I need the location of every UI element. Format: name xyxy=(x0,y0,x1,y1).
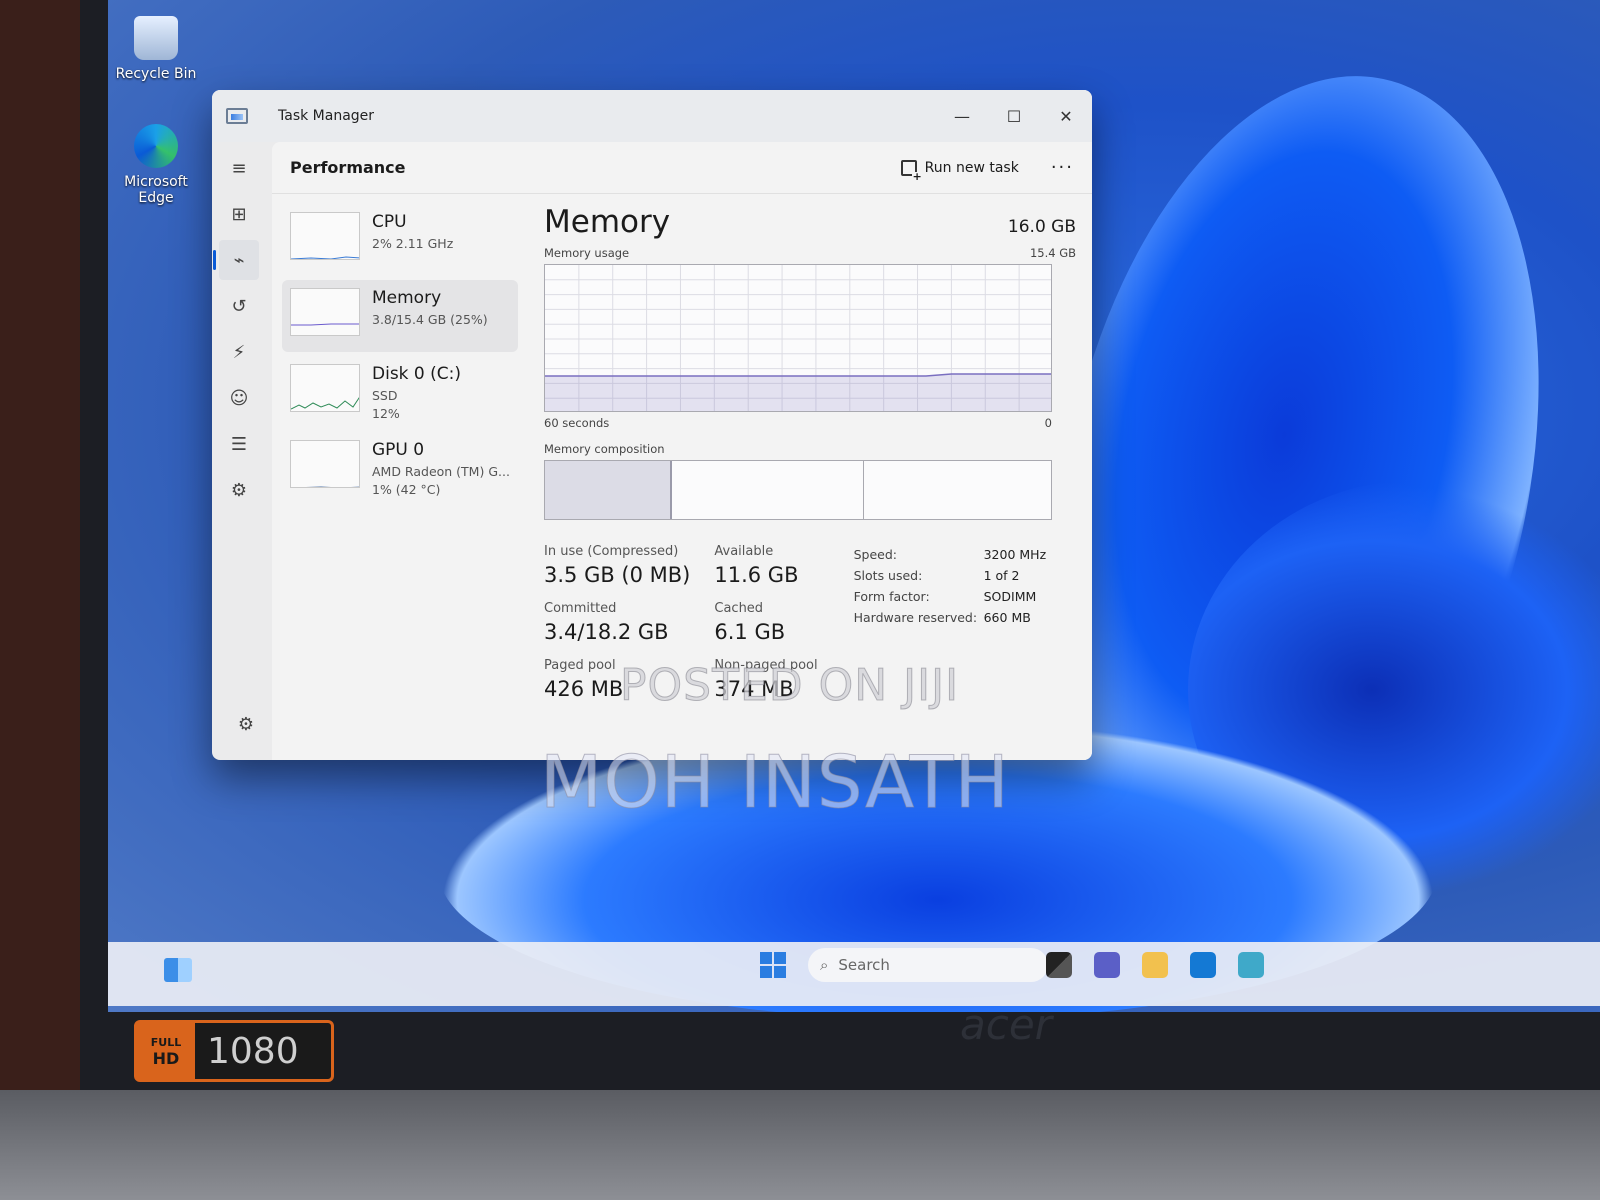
spec-value: 3200 MHz xyxy=(983,547,1047,562)
watermark-owner: MOH INSATH xyxy=(540,740,1010,825)
memory-usage-graph xyxy=(544,264,1052,412)
hamburger-menu-icon[interactable]: ≡ xyxy=(219,148,259,188)
resource-item-memory[interactable]: Memory 3.8/15.4 GB (25%) xyxy=(282,280,518,352)
spec-value: SODIMM xyxy=(983,589,1037,604)
cached-label: Cached xyxy=(714,601,764,616)
resource-list: CPU 2% 2.11 GHz Memory 3.8/15.4 GB (25%) xyxy=(282,204,518,508)
composition-free xyxy=(864,461,1051,519)
search-placeholder: Search xyxy=(838,956,890,974)
memory-total: 16.0 GB xyxy=(1007,217,1076,237)
desktop-icon-label: Microsoft Edge xyxy=(124,174,188,206)
spec-row: Form factor: SODIMM xyxy=(854,586,1047,607)
maximize-button[interactable]: ☐ xyxy=(988,90,1040,142)
watermark-posted-on: POSTED ON JIJI xyxy=(619,660,960,712)
details-icon[interactable]: ☰ xyxy=(219,424,259,464)
disk-thumbnail-graph xyxy=(290,364,360,412)
memory-thumbnail-graph xyxy=(290,288,360,336)
spec-key: Form factor: xyxy=(853,589,930,604)
graph-time-label: 60 seconds xyxy=(544,416,610,430)
memory-composition-label: Memory composition xyxy=(544,442,665,456)
in-use-label: In use (Compressed) xyxy=(544,544,679,559)
resource-item-disk[interactable]: Disk 0 (C:) SSD 12% xyxy=(282,356,518,428)
panel-header: Performance Run new task ··· xyxy=(272,142,1092,194)
task-manager-taskbar-icon[interactable] xyxy=(1238,952,1264,978)
startup-apps-icon[interactable]: ⚡ xyxy=(219,332,259,372)
resource-detail: AMD Radeon (TM) G... xyxy=(372,464,510,479)
memory-usage-area xyxy=(545,374,1051,411)
cpu-thumbnail-graph xyxy=(290,212,360,260)
resource-detail: 12% xyxy=(372,406,400,421)
in-use-value: 3.5 GB (0 MB) xyxy=(544,563,691,587)
full-hd-sticker: FULL HD 1080 xyxy=(134,1020,334,1082)
composition-standby xyxy=(672,461,864,519)
laptop-brand-logo: acer xyxy=(960,1000,1052,1049)
graph-min-label: 0 xyxy=(1044,416,1052,430)
badge-hd: HD xyxy=(152,1049,180,1068)
spec-row: Hardware reserved: 660 MB xyxy=(854,607,1047,628)
file-explorer-icon[interactable] xyxy=(1142,952,1168,978)
resource-detail: 3.8/15.4 GB (25%) xyxy=(372,312,488,327)
memory-detail: Memory 16.0 GB Memory usage 15.4 GB 60 s… xyxy=(544,204,1076,715)
detail-title: Memory xyxy=(544,204,671,240)
resource-detail: SSD xyxy=(372,388,398,403)
spec-key: Hardware reserved: xyxy=(853,610,978,625)
widgets-icon[interactable] xyxy=(164,958,192,982)
resource-name: CPU xyxy=(372,212,407,232)
title-bar[interactable]: Task Manager — ☐ ✕ xyxy=(212,90,1092,142)
task-manager-icon xyxy=(226,108,248,124)
spec-value: 1 of 2 xyxy=(983,568,1020,583)
page-title: Performance xyxy=(290,158,406,177)
composition-in-use xyxy=(545,461,672,519)
resource-name: GPU 0 xyxy=(372,440,425,460)
edge-icon xyxy=(134,124,178,168)
close-button[interactable]: ✕ xyxy=(1040,90,1092,142)
nav-sidebar: ≡ ⊞ ⌁ ↺ ⚡ ☺ ☰ ⚙ ⚙ xyxy=(212,142,266,760)
run-new-task-button[interactable]: Run new task xyxy=(891,154,1029,182)
taskbar: ⌕ Search xyxy=(108,942,1600,1006)
task-view-icon[interactable] xyxy=(1046,952,1072,978)
window-title: Task Manager xyxy=(278,108,375,124)
memory-composition-bar xyxy=(544,460,1052,520)
resource-item-gpu[interactable]: GPU 0 AMD Radeon (TM) G... 1% (42 °C) xyxy=(282,432,518,504)
resource-name: Memory xyxy=(372,288,442,308)
desktop-icon-recycle-bin[interactable]: Recycle Bin xyxy=(108,16,204,82)
search-icon: ⌕ xyxy=(820,956,829,974)
gpu-thumbnail-graph xyxy=(290,440,360,488)
desktop-icon-edge[interactable]: Microsoft Edge xyxy=(108,124,204,206)
laptop-body xyxy=(0,1090,1600,1200)
taskbar-search[interactable]: ⌕ Search xyxy=(808,948,1048,982)
memory-usage-label: Memory usage xyxy=(544,246,630,260)
available-value: 11.6 GB xyxy=(714,563,799,587)
performance-icon[interactable]: ⌁ xyxy=(213,240,259,280)
settings-gear-icon[interactable]: ⚙ xyxy=(226,704,266,744)
resource-name: Disk 0 (C:) xyxy=(372,364,462,384)
teams-chat-icon[interactable] xyxy=(1094,952,1120,978)
users-icon[interactable]: ☺ xyxy=(219,378,259,418)
available-label: Available xyxy=(714,544,774,559)
spec-row: Speed: 3200 MHz xyxy=(854,544,1047,565)
more-options-button[interactable]: ··· xyxy=(1051,157,1074,178)
spec-key: Speed: xyxy=(853,547,898,562)
cached-value: 6.1 GB xyxy=(714,620,786,644)
committed-label: Committed xyxy=(544,601,617,616)
run-new-task-label: Run new task xyxy=(924,159,1019,176)
spec-row: Slots used: 1 of 2 xyxy=(854,565,1047,586)
processes-icon[interactable]: ⊞ xyxy=(219,194,259,234)
resource-detail: 2% 2.11 GHz xyxy=(372,236,454,251)
resource-detail: 1% (42 °C) xyxy=(372,482,441,497)
spec-key: Slots used: xyxy=(853,568,923,583)
store-icon[interactable] xyxy=(1190,952,1216,978)
start-button-icon[interactable] xyxy=(760,952,786,978)
minimize-button[interactable]: — xyxy=(936,90,988,142)
app-history-icon[interactable]: ↺ xyxy=(219,286,259,326)
committed-value: 3.4/18.2 GB xyxy=(544,620,669,644)
desktop-icon-label: Recycle Bin xyxy=(115,66,197,82)
resource-item-cpu[interactable]: CPU 2% 2.11 GHz xyxy=(282,204,518,276)
memory-usage-max: 15.4 GB xyxy=(1029,246,1076,260)
badge-resolution: 1080 xyxy=(207,1030,299,1072)
recycle-bin-icon xyxy=(134,16,178,60)
spec-value: 660 MB xyxy=(983,610,1031,625)
services-icon[interactable]: ⚙ xyxy=(219,470,259,510)
new-task-icon xyxy=(900,159,922,182)
